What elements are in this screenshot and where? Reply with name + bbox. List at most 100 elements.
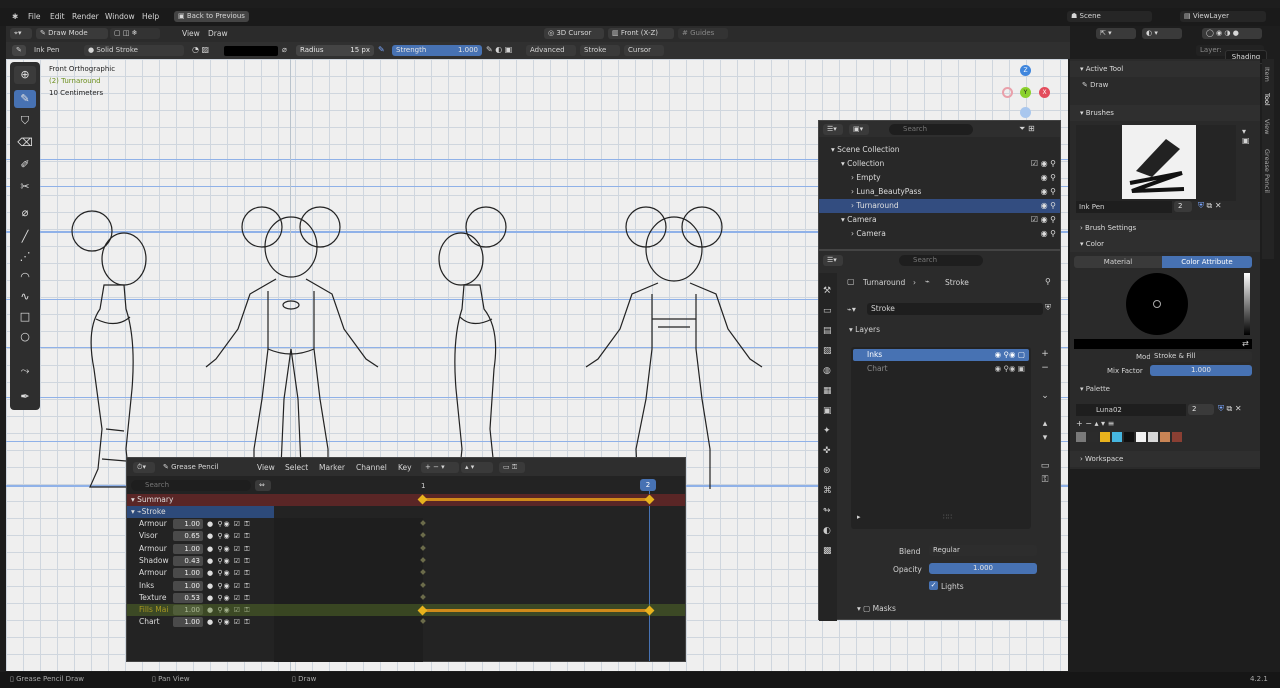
layer-row-inks[interactable]: Inks ◉ ⚲◉ ▢ [853, 349, 1029, 361]
pressure-radius-icon[interactable]: ✎ [378, 45, 385, 54]
active-tool-header[interactable]: ▾ Active Tool [1070, 61, 1260, 77]
properties-editor-type[interactable]: ☰▾ [823, 255, 843, 266]
summary-channel[interactable]: ▾ Summary [127, 494, 274, 506]
gizmo-toggle[interactable]: ⇱ ▾ [1096, 28, 1136, 39]
palette-swatch[interactable] [1124, 432, 1134, 442]
playhead-line[interactable] [649, 491, 650, 661]
keyframe-dot[interactable] [420, 544, 426, 551]
eyedropper-tool-icon[interactable]: ⌀ [14, 204, 36, 222]
advanced-dropdown[interactable]: Advanced [526, 45, 576, 56]
expand-arrow-icon[interactable]: ▾ [819, 145, 837, 154]
layer-opacity-field[interactable]: 0.53 [173, 592, 203, 603]
brush-name-field[interactable]: Ink Pen [1076, 201, 1172, 213]
datablock-name-field[interactable]: Stroke [867, 303, 1043, 315]
circle-tool-icon[interactable]: ○ [14, 328, 36, 346]
expand-arrow-icon[interactable]: › [819, 229, 856, 238]
pin-icon[interactable]: ⚲ [1045, 277, 1051, 286]
layers-header[interactable]: ▾ Layers [841, 323, 1057, 337]
gizmo-neg-z[interactable] [1020, 107, 1031, 118]
gizmo-z-axis[interactable]: Z [1020, 65, 1031, 76]
ds-menu-select[interactable]: Select [285, 463, 308, 472]
line-tool-icon[interactable]: ╱ [14, 228, 36, 246]
layer-opacity-field[interactable]: 1.00 [173, 580, 203, 591]
outliner-row[interactable]: › Camera ◉ ⚲ [819, 227, 1060, 241]
ds-menu-marker[interactable]: Marker [319, 463, 345, 472]
stroke-type-selector[interactable]: ● Solid Stroke [84, 45, 184, 56]
object-channel[interactable]: ▾ ⌁Stroke [127, 506, 274, 518]
value-slider[interactable] [1244, 273, 1250, 335]
strength-field[interactable]: Strength 1.000 [392, 45, 482, 56]
visibility-eye-icon[interactable]: ◉ ⚲ [1041, 199, 1056, 213]
expand-arrow-icon[interactable]: › [819, 173, 856, 182]
brush-settings-header[interactable]: › Brush Settings [1070, 220, 1260, 236]
eyedropper-icon[interactable]: ⌀ [282, 45, 287, 54]
outliner-row[interactable]: › Empty ◉ ⚲ [819, 171, 1060, 185]
palette-swatch[interactable] [1076, 432, 1086, 442]
color-header[interactable]: ▾ Color [1070, 236, 1260, 252]
brush-preview-area[interactable] [1076, 125, 1236, 201]
layer-opacity-field[interactable]: 1.00 [173, 543, 203, 554]
layer-toggle-icons[interactable]: ● ⚲◉ ☑ ⚿ [207, 592, 251, 604]
box-tool-icon[interactable]: □ [14, 308, 36, 326]
mix-factor-field[interactable]: 1.000 [1150, 365, 1252, 376]
palette-swatch[interactable] [1148, 432, 1158, 442]
layer-channel[interactable]: Visor 0.65 ● ⚲◉ ☑ ⚿ [127, 530, 274, 542]
layer-toggle-icons[interactable]: ● ⚲◉ ☑ ⚿ [207, 543, 251, 555]
close-icon[interactable]: ✕ [1215, 201, 1222, 210]
ink-pen-brush-icon[interactable] [1122, 125, 1196, 199]
cursor-selector[interactable]: ◎ 3D Cursor [544, 28, 604, 39]
tab-material[interactable]: Material [1074, 256, 1162, 268]
tab-icons[interactable]: ⚒ ▭ ▤ ▧ ◍ ▦ ▣ ✦ ✜ ⊛ ⌘ ↬ ◐ ▩ [823, 281, 832, 561]
expand-arrow-icon[interactable]: › [819, 187, 856, 196]
stroke-dropdown[interactable]: Stroke [580, 45, 620, 56]
shield-icon[interactable]: ⛨ [1045, 303, 1051, 313]
datablock-icon[interactable]: ⌁▾ [847, 305, 856, 314]
annotate-tool-icon[interactable]: ✒ [14, 388, 36, 406]
keyframe-dot[interactable] [420, 581, 426, 588]
ds-menu-channel[interactable]: Channel [356, 463, 387, 472]
layer-channel[interactable]: Inks 1.00 ● ⚲◉ ☑ ⚿ [127, 580, 274, 592]
swap-colors-icon[interactable]: ⇄ [1242, 339, 1249, 348]
visibility-eye-icon[interactable]: ☑ ◉ ⚲ [1031, 213, 1056, 227]
color-swatch[interactable] [224, 46, 278, 56]
tab-color-attribute[interactable]: Color Attribute [1162, 256, 1252, 268]
layer-channel[interactable]: Shadow 0.43 ● ⚲◉ ☑ ⚿ [127, 555, 274, 567]
color-wheel-cursor[interactable] [1153, 300, 1161, 308]
ds-menu-view[interactable]: View [257, 463, 275, 472]
menu-draw[interactable]: Draw [208, 29, 228, 38]
mode-dropdown[interactable]: Stroke & Fill [1150, 351, 1252, 362]
layer-opacity-field[interactable]: 1.00 [173, 617, 203, 628]
layer-toggle-icons[interactable]: ◉ ⚲◉ ▢ [995, 349, 1025, 361]
opacity-field[interactable]: 1.000 [929, 563, 1037, 574]
palette-shield-icon[interactable]: ⛨ [1218, 404, 1224, 413]
list-resize-handle[interactable]: ∷∷ [943, 513, 952, 521]
snap-options[interactable]: ▢ ◫ ❄ [110, 28, 160, 39]
menu-window[interactable]: Window [105, 12, 135, 21]
masks-header[interactable]: ▾ ▢ Masks [857, 604, 896, 613]
layer-channel[interactable]: Chart 1.00 ● ⚲◉ ☑ ⚿ [127, 616, 274, 628]
layer-toggle-icons[interactable]: ● ⚲◉ ☑ ⚿ [207, 518, 251, 530]
layer-opacity-field[interactable]: 0.65 [173, 531, 203, 542]
outliner-row[interactable]: › Luna_BeautyPass ◉ ⚲ [819, 185, 1060, 199]
brush-actions[interactable]: ⛨ ⧉ ✕ [1198, 201, 1222, 211]
brush-icon[interactable]: ✎ [12, 45, 26, 56]
palette-swatch[interactable] [1088, 432, 1098, 442]
gizmo-x-axis[interactable]: X [1039, 87, 1050, 98]
outliner-row[interactable]: ▾ Collection ☑ ◉ ⚲ [819, 157, 1060, 171]
layer-channel[interactable]: Armour 1.00 ● ⚲◉ ☑ ⚿ [127, 518, 274, 530]
outliner-row[interactable]: ▾ Camera ☑ ◉ ⚲ [819, 213, 1060, 227]
palette-swatch[interactable] [1136, 432, 1146, 442]
layer-toggle-icons[interactable]: ◉ ⚲◉ ▣ [995, 363, 1025, 375]
lights-checkbox[interactable]: ✓ [929, 581, 938, 590]
pressure-strength-icon[interactable]: ✎ ◐ ▣ [486, 45, 512, 54]
palette-swatch[interactable] [1160, 432, 1170, 442]
menu-file[interactable]: File [28, 12, 41, 21]
layer-channel[interactable]: Armour 1.00 ● ⚲◉ ☑ ⚿ [127, 543, 274, 555]
layer-list-buttons[interactable]: + − ⌄ ▴ ▾ ▭ ⚿ [1037, 347, 1053, 487]
gizmo-neg-x[interactable] [1002, 87, 1013, 98]
layer-channel[interactable]: Texture 0.53 ● ⚲◉ ☑ ⚿ [127, 592, 274, 604]
view-lock[interactable]: ▭ ⚿ [499, 462, 525, 473]
palette-swatch[interactable] [1172, 432, 1182, 442]
dopesheet-search[interactable]: Search [131, 480, 251, 491]
palette-swatch[interactable] [1100, 432, 1110, 442]
